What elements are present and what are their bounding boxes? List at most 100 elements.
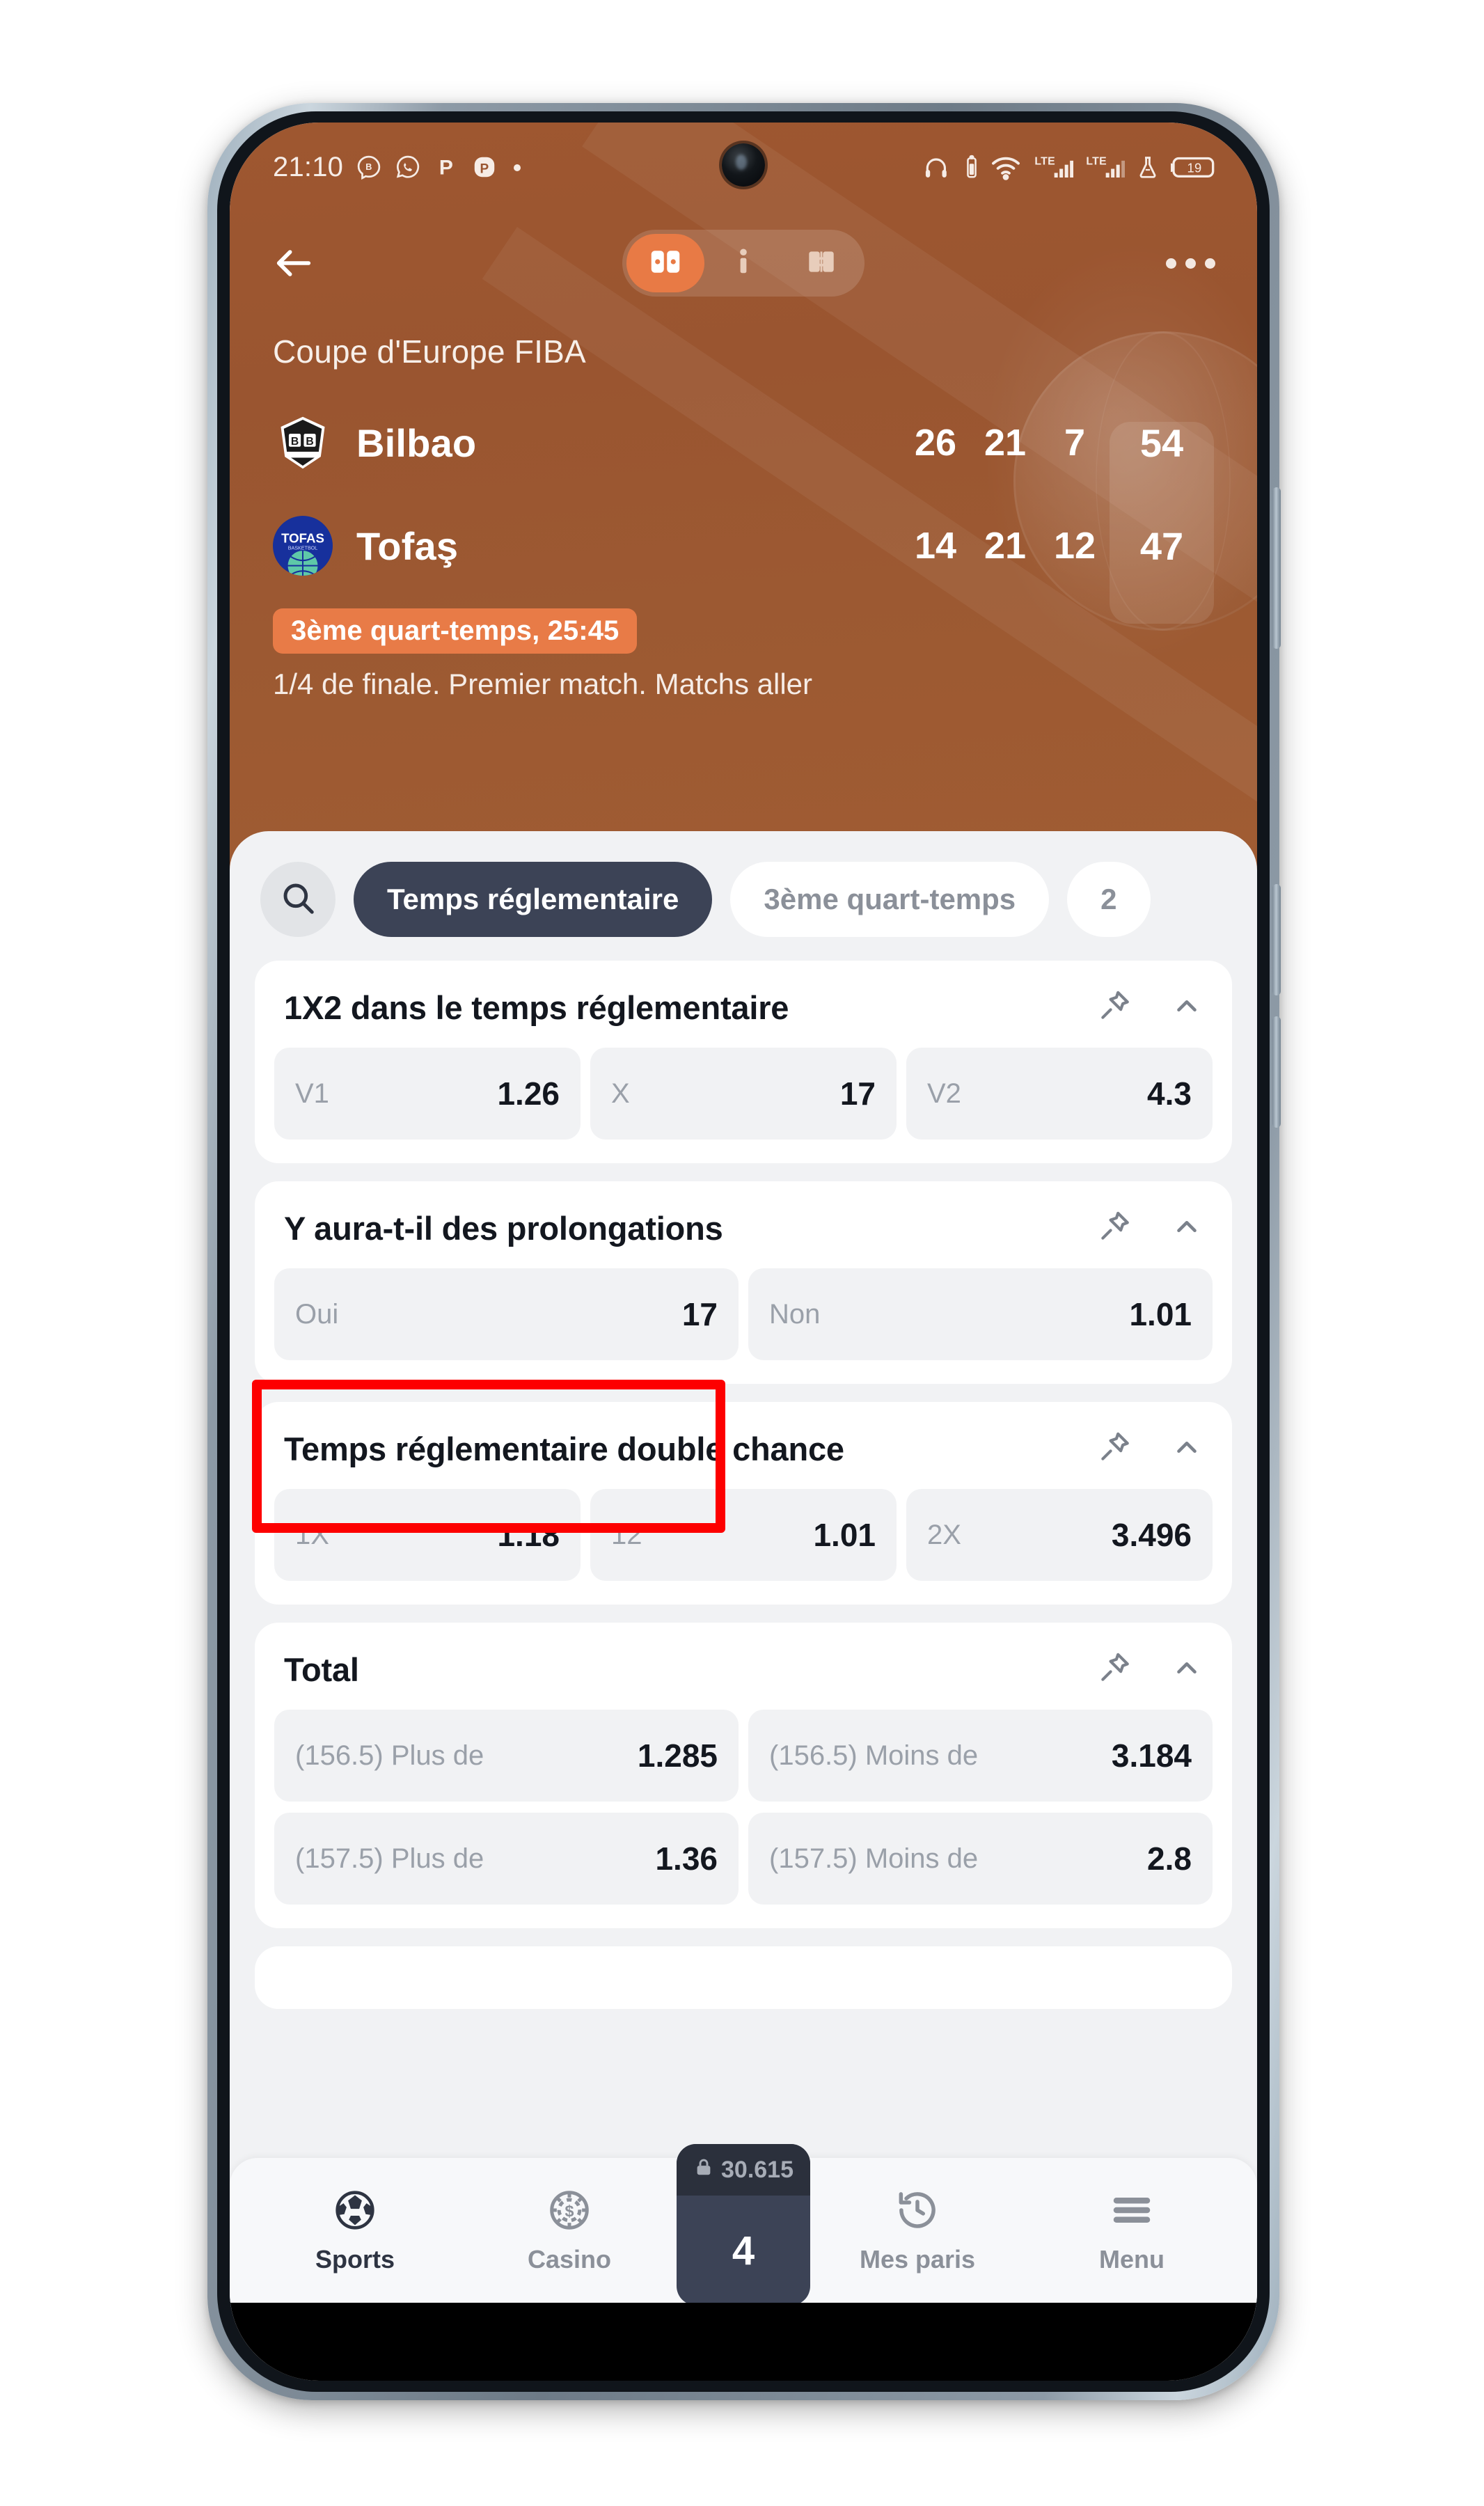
match-header: 21:10 B P P LTE LTE 19 Coupe d'Europe FI…: [230, 123, 1257, 870]
svg-text:B: B: [291, 436, 299, 448]
odds-row: Oui 17 Non 1.01: [255, 1268, 1232, 1360]
lte-signal-1-icon: LTE: [1033, 153, 1073, 181]
nav-label-menu: Menu: [1099, 2244, 1165, 2273]
pin-icon[interactable]: [1097, 1430, 1132, 1468]
quarter-score: 7: [1064, 422, 1086, 464]
odd-button[interactable]: X 17: [590, 1048, 897, 1140]
odd-label: (156.5) Plus de: [295, 1740, 484, 1771]
nav-item-sports[interactable]: Sports: [248, 2187, 462, 2274]
market-title: Y aura-t-il des prolongations: [284, 1210, 723, 1247]
tab-lineup[interactable]: [782, 234, 860, 292]
team-scores-home: 26 21 7 54: [901, 420, 1214, 466]
odds-row: (157.5) Plus de 1.36 (157.5) Moins de 2.…: [255, 1813, 1232, 1905]
p-badge-icon: P: [471, 154, 498, 180]
bilbao-crest-logo: B B: [273, 413, 333, 473]
team-row-home: B B Bilbao 26 21 7 54: [273, 391, 1214, 494]
svg-text:BASKETBOL: BASKETBOL: [288, 546, 318, 551]
tofas-circle-logo: TOFAS BASKETBOL: [273, 516, 333, 576]
back-arrow-icon[interactable]: [271, 241, 316, 285]
betslip-button[interactable]: 30.615 4: [677, 2144, 810, 2306]
lock-icon: [693, 2157, 714, 2184]
tab-info[interactable]: [704, 234, 782, 292]
pin-icon[interactable]: [1097, 1650, 1132, 1689]
status-bar-clock: 21:10: [273, 151, 344, 182]
quarter-score: 12: [1053, 525, 1096, 567]
quarter-score: 26: [914, 422, 957, 464]
battery-status-icon: 19: [1171, 153, 1218, 181]
market-card-total: Total (156.5) Plus de 1.285 (156.5) Moin…: [255, 1623, 1232, 1928]
odd-button[interactable]: (156.5) Plus de 1.285: [274, 1710, 739, 1802]
odd-label: V2: [927, 1078, 961, 1109]
team-name-home: Bilbao: [356, 420, 477, 465]
market-header: 1X2 dans le temps réglementaire: [255, 961, 1232, 1048]
market-card-next-partial: [255, 1946, 1232, 2009]
chevron-up-icon[interactable]: [1171, 990, 1203, 1025]
pin-icon[interactable]: [1097, 988, 1132, 1027]
chevron-up-icon[interactable]: [1171, 1652, 1203, 1687]
history-clock-icon: [894, 2187, 940, 2237]
odd-button-non[interactable]: Non 1.01: [748, 1268, 1213, 1360]
lte-signal-2-icon: LTE: [1084, 153, 1125, 181]
svg-text:19: 19: [1187, 161, 1201, 175]
search-button[interactable]: [260, 862, 336, 937]
search-icon: [279, 879, 317, 920]
odd-button[interactable]: 12 1.01: [590, 1489, 897, 1581]
nav-label-mes-paris: Mes paris: [859, 2244, 976, 2273]
nav-item-casino[interactable]: $ Casino: [462, 2187, 677, 2274]
match-stage-info: 1/4 de finale. Premier match. Matchs all…: [273, 668, 812, 700]
phone-side-button-power[interactable]: [1272, 487, 1281, 649]
odd-label: 12: [611, 1519, 642, 1550]
nav-item-menu[interactable]: Menu: [1025, 2187, 1239, 2274]
svg-text:P: P: [480, 162, 489, 177]
odd-button[interactable]: 2X 3.496: [906, 1489, 1213, 1581]
odd-button[interactable]: (157.5) Plus de 1.36: [274, 1813, 739, 1905]
tab-scoreboard[interactable]: [626, 234, 704, 292]
hamburger-menu-icon: [1109, 2187, 1155, 2237]
market-title: Total: [284, 1651, 359, 1688]
android-status-bar: 21:10 B P P LTE LTE 19: [230, 123, 1257, 212]
flask-icon: [1136, 154, 1160, 180]
odd-button[interactable]: V1 1.26: [274, 1048, 581, 1140]
market-filter-row: Temps réglementaire 3ème quart-temps 2: [230, 831, 1257, 961]
nav-item-mes-paris[interactable]: Mes paris: [810, 2187, 1025, 2274]
odds-row: V1 1.26 X 17 V2 4.3: [255, 1048, 1232, 1140]
svg-text:B: B: [306, 436, 313, 448]
market-card-1x2: 1X2 dans le temps réglementaire V1 1.26 …: [255, 961, 1232, 1163]
dot-icon: [510, 160, 524, 174]
messenger-icon: B: [356, 154, 382, 180]
header-segmented-control: [622, 230, 865, 297]
odd-button-oui[interactable]: Oui 17: [274, 1268, 739, 1360]
filter-chip-temps-reglementaire[interactable]: Temps réglementaire: [354, 862, 713, 937]
odd-button[interactable]: (157.5) Moins de 2.8: [748, 1813, 1213, 1905]
headphones-icon: [923, 154, 954, 180]
p-app-icon: P: [434, 154, 459, 180]
odd-value: 17: [681, 1296, 718, 1332]
odd-button[interactable]: (156.5) Moins de 3.184: [748, 1710, 1213, 1802]
markets-sheet: Temps réglementaire 3ème quart-temps 2 1…: [230, 831, 1257, 2363]
casino-chip-icon: $: [546, 2187, 592, 2237]
odd-button[interactable]: 1X 1.18: [274, 1489, 581, 1581]
nav-label-sports: Sports: [315, 2244, 395, 2273]
phone-side-button-volume-down[interactable]: [1272, 1016, 1281, 1128]
pin-icon[interactable]: [1097, 1209, 1132, 1247]
front-camera-punch-hole: [722, 143, 765, 187]
odd-value: 1.01: [813, 1517, 876, 1553]
odd-button[interactable]: V2 4.3: [906, 1048, 1213, 1140]
phone-screen: 21:10 B P P LTE LTE 19 Coupe d'Europe FI…: [230, 123, 1257, 2381]
more-options-icon[interactable]: [1166, 258, 1215, 269]
svg-text:LTE: LTE: [1086, 156, 1107, 168]
phone-side-button-volume-up[interactable]: [1272, 884, 1281, 995]
odd-label: Non: [769, 1298, 821, 1330]
chevron-up-icon[interactable]: [1171, 1211, 1203, 1246]
odd-label: (156.5) Moins de: [769, 1740, 979, 1771]
svg-text:LTE: LTE: [1034, 156, 1055, 168]
market-card-double-chance: Temps réglementaire double chance 1X 1.1…: [255, 1402, 1232, 1605]
svg-text:$: $: [565, 2202, 574, 2220]
filter-chip-3eme-quart-temps[interactable]: 3ème quart-temps: [730, 862, 1050, 937]
svg-text:B: B: [365, 162, 372, 172]
whatsapp-icon: [395, 154, 421, 180]
odd-value: 1.285: [637, 1737, 718, 1774]
filter-chip-overflow[interactable]: 2: [1067, 862, 1151, 937]
chevron-up-icon[interactable]: [1171, 1431, 1203, 1467]
odd-value: 3.496: [1111, 1517, 1192, 1553]
